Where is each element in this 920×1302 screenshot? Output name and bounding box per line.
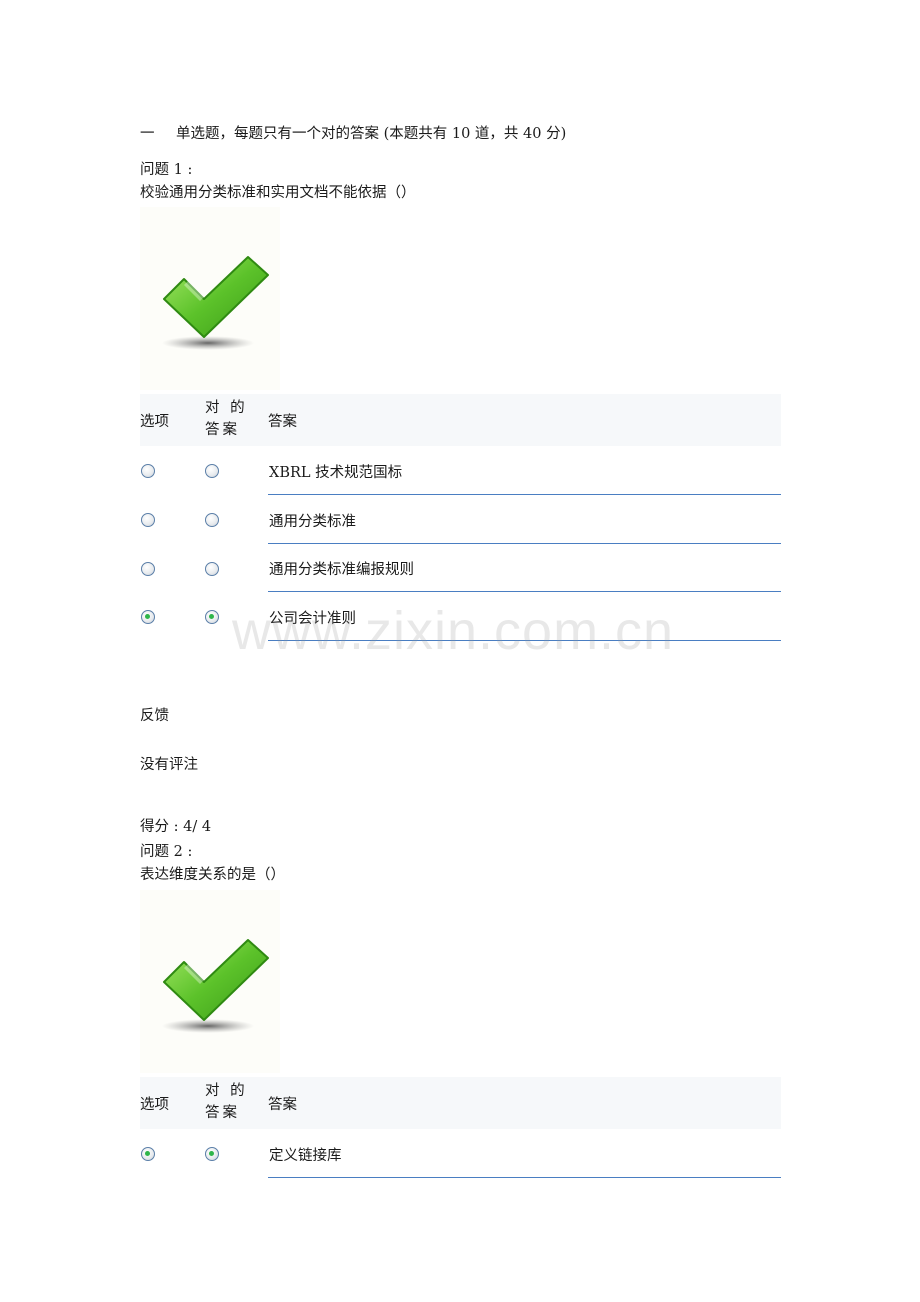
header-answer: 答案 (268, 414, 297, 430)
feedback-text: 没有评注 (140, 757, 198, 773)
answer-text: 公司会计准则 (269, 611, 356, 627)
option-radio-selected[interactable] (141, 610, 155, 624)
score: 得分 : 4/ 4 (140, 819, 212, 835)
row-divider (268, 591, 781, 592)
header-answer: 答案 (268, 1097, 297, 1113)
answer-text: XBRL 技术规范国标 (269, 465, 403, 481)
question-1-table-header: 选项 对 的 答案 答案 (140, 394, 781, 446)
section-number: 一 (140, 126, 155, 142)
row-divider (268, 1177, 781, 1178)
question-1-result-image (140, 207, 280, 390)
row-divider (268, 640, 781, 641)
header-correct-answer: 对 的 答案 (205, 1083, 248, 1121)
option-radio[interactable] (141, 562, 155, 576)
feedback-label: 反馈 (140, 708, 169, 724)
correct-answer-radio (205, 464, 219, 478)
option-radio[interactable] (141, 464, 155, 478)
header-option: 选项 (140, 414, 169, 430)
option-radio-selected[interactable] (141, 1147, 155, 1161)
question-2-text: 表达维度关系的是（） (140, 867, 285, 883)
section-title-text: 单选题，每题只有一个对的答案 (本题共有 10 道，共 40 分) (176, 126, 567, 142)
question-1-label: 问题 1 : (140, 162, 193, 178)
section-title: 一 单选题，每题只有一个对的答案 (本题共有 10 道，共 40 分) (140, 122, 566, 143)
answer-text: 定义链接库 (269, 1148, 342, 1164)
question-2-label: 问题 2 : (140, 844, 193, 860)
header-correct-answer: 对 的 答案 (205, 400, 248, 438)
green-checkmark-icon (162, 939, 269, 1033)
green-checkmark-icon (162, 256, 269, 350)
correct-answer-radio (205, 513, 219, 527)
answer-text: 通用分类标准 (269, 514, 356, 530)
question-2-table-header: 选项 对 的 答案 答案 (140, 1077, 781, 1129)
question-1-text: 校验通用分类标准和实用文档不能依据（） (140, 185, 416, 201)
header-option: 选项 (140, 1097, 169, 1113)
question-2-result-image (140, 890, 280, 1073)
answer-text: 通用分类标准编报规则 (269, 562, 414, 578)
row-divider (268, 494, 781, 495)
correct-answer-radio (205, 562, 219, 576)
option-radio[interactable] (141, 513, 155, 527)
correct-answer-radio-marked (205, 610, 219, 624)
row-divider (268, 543, 781, 544)
correct-answer-radio-marked (205, 1147, 219, 1161)
